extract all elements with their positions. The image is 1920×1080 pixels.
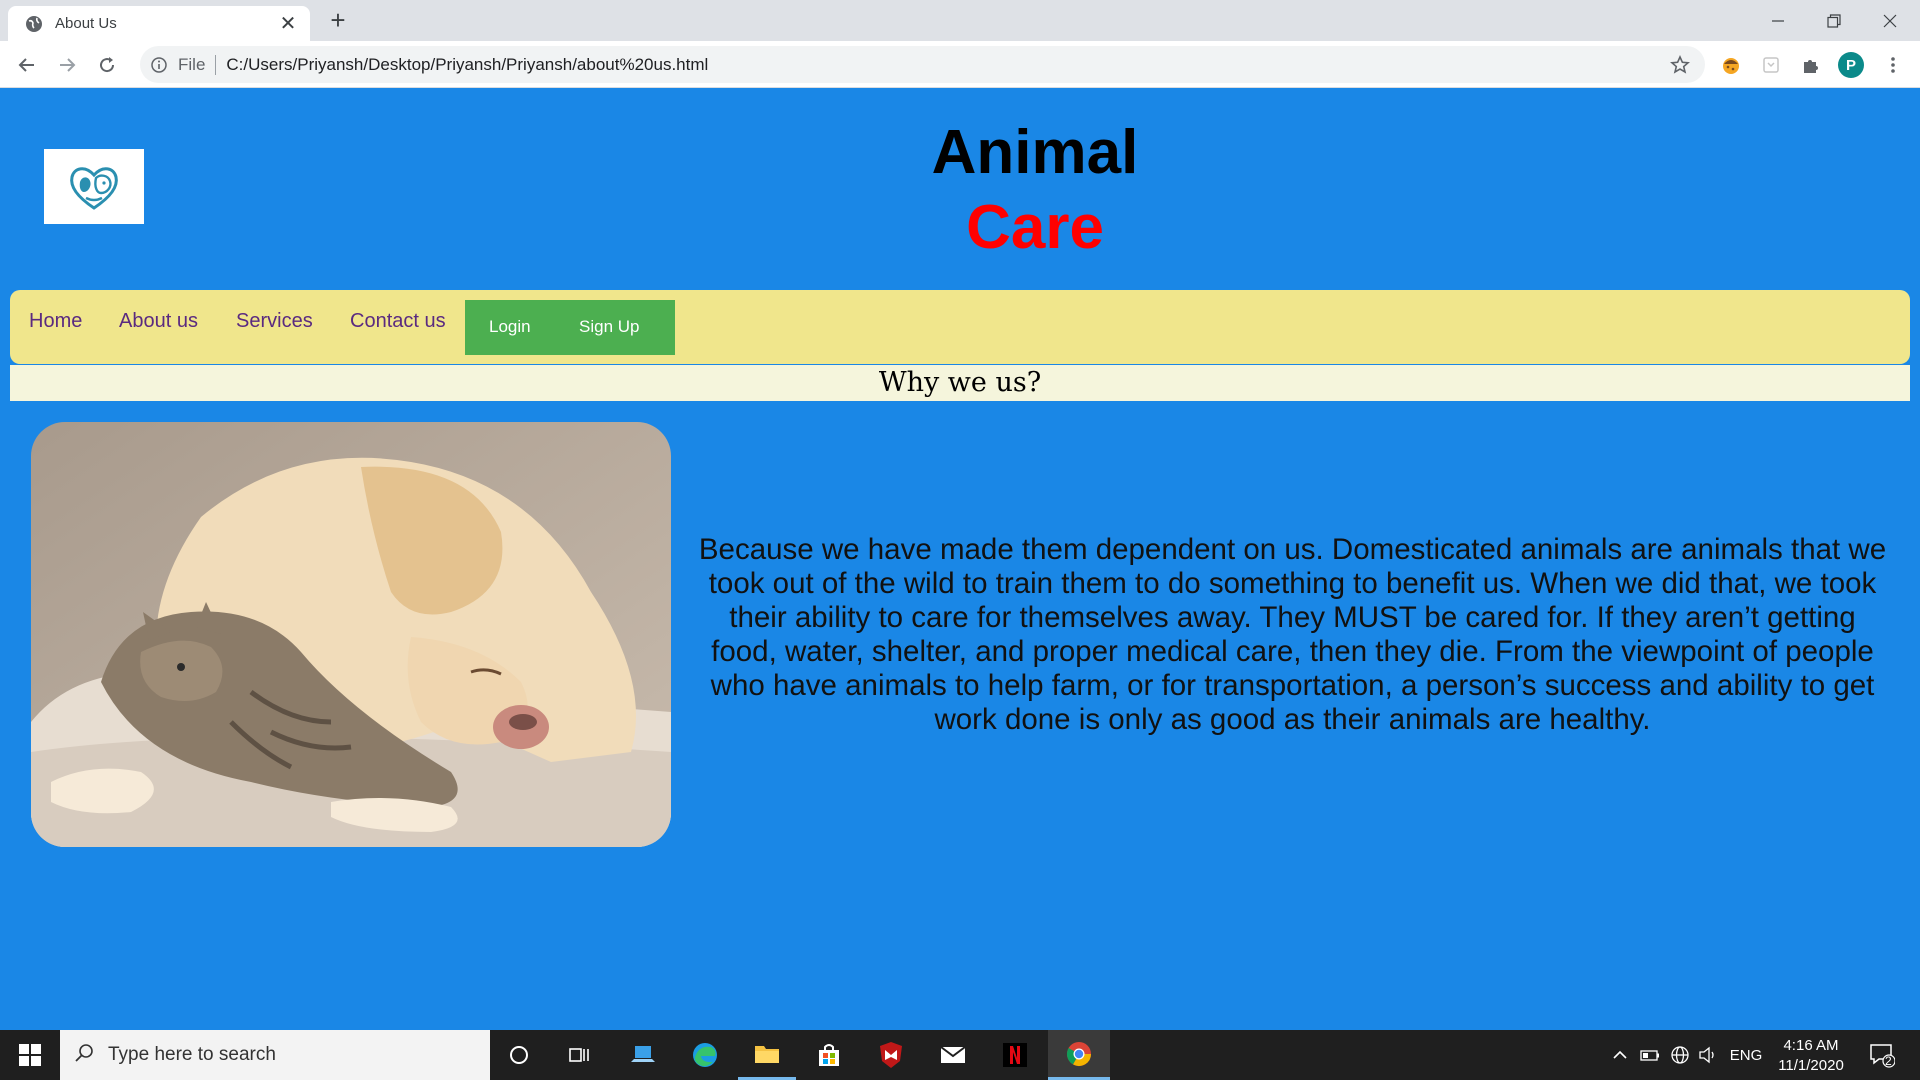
bookmark-star-icon[interactable] [1667,52,1693,78]
windows-taskbar: Type here to search ENG 4:16 AM 11/1/202… [0,1030,1920,1080]
language-indicator[interactable]: ENG [1726,1030,1766,1080]
notification-count: 2 [1885,1054,1892,1068]
cortana-icon[interactable] [490,1030,548,1080]
taskbar-search-box[interactable]: Type here to search [60,1030,490,1080]
site-title-line2: Care [966,193,1104,262]
browser-tab-strip: About Us ✕ + [0,0,1920,41]
nav-services[interactable]: Services [236,310,313,333]
cookie-extension-icon[interactable] [1718,52,1744,78]
puzzle-extensions-icon[interactable] [1798,52,1824,78]
browser-tab[interactable]: About Us ✕ [8,6,310,41]
forward-arrow-icon[interactable] [52,50,82,80]
address-scheme: File [178,54,206,74]
about-paragraph: Because we have made them dependent on u… [698,533,1887,736]
auth-button-group: Login Sign Up [465,300,675,355]
store-icon[interactable] [800,1030,858,1080]
clock-time: 4:16 AM [1783,1037,1839,1054]
task-view-icon[interactable] [550,1030,608,1080]
file-explorer-icon[interactable] [738,1030,796,1080]
reload-icon[interactable] [92,50,122,80]
clock-date: 11/1/2020 [1778,1057,1844,1074]
edge-browser-icon[interactable] [676,1030,734,1080]
minimize-button[interactable] [1750,0,1806,41]
address-bar[interactable]: File C:/Users/Priyansh/Desktop/Priyansh/… [140,46,1705,83]
back-arrow-icon[interactable] [12,50,42,80]
nav-about-us[interactable]: About us [119,310,198,333]
close-window-button[interactable] [1862,0,1918,41]
battery-icon[interactable] [1638,1030,1662,1080]
menu-kebab-icon[interactable] [1880,52,1906,78]
tab-close-icon[interactable]: ✕ [278,13,298,35]
notifications-icon[interactable]: 2 [1864,1030,1900,1080]
main-navbar: Home About us Services Contact us Login … [10,290,1910,364]
volume-icon[interactable] [1696,1030,1720,1080]
globe-icon [24,14,43,33]
netflix-icon[interactable] [986,1030,1044,1080]
laptop-app-icon[interactable] [614,1030,672,1080]
nav-contact-us[interactable]: Contact us [350,310,446,333]
signup-button[interactable]: Sign Up [579,317,639,337]
tray-chevron-up-icon[interactable] [1608,1030,1632,1080]
profile-avatar[interactable]: P [1838,52,1864,78]
browser-toolbar: File C:/Users/Priyansh/Desktop/Priyansh/… [0,41,1920,88]
login-button[interactable]: Login [489,317,531,337]
search-icon [74,1043,94,1068]
section-heading: Why we us? [10,365,1910,401]
address-url[interactable]: C:/Users/Priyansh/Desktop/Priyansh/Priya… [226,55,1667,75]
new-tab-button[interactable]: + [326,7,350,33]
windows-start-icon[interactable] [0,1030,60,1080]
search-placeholder: Type here to search [108,1044,276,1065]
mcafee-shield-icon[interactable] [862,1030,920,1080]
taskbar-clock[interactable]: 4:16 AM 11/1/2020 [1770,1036,1852,1076]
restore-button[interactable] [1806,0,1862,41]
chrome-icon[interactable] [1048,1030,1110,1080]
network-globe-icon[interactable] [1668,1030,1692,1080]
site-title-line1: Animal [931,118,1139,187]
address-divider [215,54,217,75]
clipboard-extension-icon[interactable] [1758,52,1784,78]
dog-and-cat-photo [31,422,671,847]
mail-icon[interactable] [924,1030,982,1080]
page-content: Animal Care Home About us Services Conta… [0,89,1920,1030]
tab-title: About Us [55,15,117,32]
nav-home[interactable]: Home [29,310,82,333]
info-icon[interactable] [150,56,168,74]
